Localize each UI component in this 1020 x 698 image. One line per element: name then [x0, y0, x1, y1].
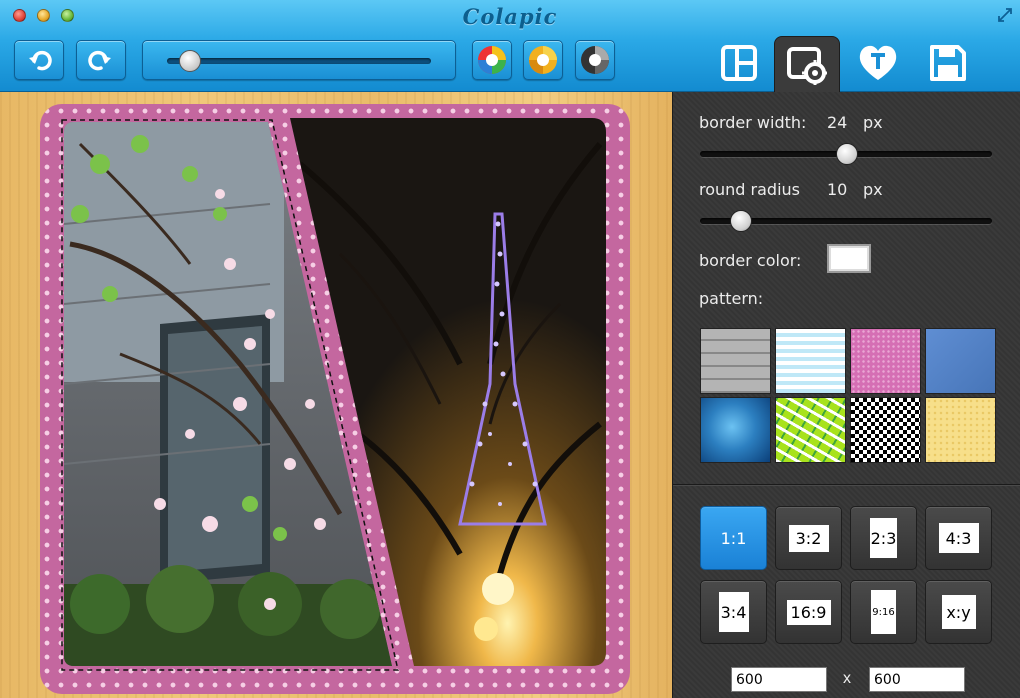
size-separator: x [843, 670, 851, 687]
pattern-pink-hearts[interactable] [850, 328, 921, 394]
border-color-swatch[interactable] [827, 244, 871, 273]
ratio-label: 4:3 [938, 523, 979, 553]
collage-canvas-area [0, 92, 672, 698]
border-width-value: 24 [827, 113, 848, 132]
border-color-label: border color: [699, 251, 802, 270]
toolbar: Colapic [0, 0, 1020, 92]
color-filter-button[interactable] [472, 40, 512, 80]
ratio-button-1-1[interactable]: 1:1 [700, 506, 767, 570]
layout-mode-button[interactable] [716, 40, 762, 86]
zoom-slider-knob[interactable] [179, 50, 201, 72]
ratio-label: 16:9 [786, 599, 831, 625]
warm-filter-button[interactable] [523, 40, 563, 80]
mono-filter-button[interactable] [575, 40, 615, 80]
zoom-slider[interactable] [142, 40, 456, 80]
collage-photos [61, 118, 606, 671]
ratio-button-9-16[interactable]: 9:16 [850, 580, 917, 644]
warm-filter-icon [529, 46, 557, 74]
color-filter-icon [478, 46, 506, 74]
ratio-label: 3:4 [718, 592, 749, 632]
round-radius-label: round radius [699, 180, 800, 199]
text-mode-button[interactable] [855, 40, 901, 86]
collage-border-pattern [40, 104, 630, 694]
undo-button[interactable] [14, 40, 64, 80]
round-radius-slider-knob[interactable] [730, 210, 752, 232]
layout-icon [721, 45, 757, 81]
pattern-green-leaves[interactable] [775, 397, 846, 463]
fullscreen-icon[interactable] [996, 6, 1014, 24]
text-heart-icon [859, 45, 897, 80]
pattern-blue-denim[interactable] [925, 328, 996, 394]
border-width-unit: px [863, 113, 883, 132]
pattern-label: pattern: [699, 289, 764, 308]
mono-filter-icon [581, 46, 609, 74]
colapic-window: Colapic border width: 24 px round radius… [0, 0, 1020, 698]
ratio-label: 1:1 [720, 528, 747, 548]
zoom-slider-track [167, 58, 431, 64]
ratio-button-16-9[interactable]: 16:9 [775, 580, 842, 644]
round-radius-unit: px [863, 180, 883, 199]
round-radius-value: 10 [827, 180, 848, 199]
settings-mode-tab[interactable] [774, 36, 840, 92]
pattern-yellow-dots[interactable] [925, 397, 996, 463]
border-width-label: border width: [699, 113, 807, 132]
ratio-label: 3:2 [788, 524, 829, 552]
pattern-blue-glow[interactable] [700, 397, 771, 463]
panel-divider [673, 484, 1020, 486]
ratio-button-x-y[interactable]: x:y [925, 580, 992, 644]
redo-arrow-icon [88, 50, 111, 71]
ratio-button-3-4[interactable]: 3:4 [700, 580, 767, 644]
ratio-label: 2:3 [870, 518, 897, 558]
save-disk-icon [930, 45, 966, 81]
ratio-label: 9:16 [871, 590, 896, 634]
app-title: Colapic [462, 4, 558, 29]
pattern-bricks[interactable] [700, 328, 771, 394]
undo-arrow-icon [29, 50, 52, 71]
border-width-slider-knob[interactable] [836, 143, 858, 165]
redo-button[interactable] [76, 40, 126, 80]
pattern-black-white-check[interactable] [850, 397, 921, 463]
height-input[interactable] [869, 667, 965, 692]
ratio-button-4-3[interactable]: 4:3 [925, 506, 992, 570]
width-input[interactable] [731, 667, 827, 692]
pattern-light-blue-stripes[interactable] [775, 328, 846, 394]
settings-gear-icon [787, 46, 827, 85]
ratio-label: x:y [941, 595, 976, 629]
save-mode-button[interactable] [925, 40, 971, 86]
ratio-button-2-3[interactable]: 2:3 [850, 506, 917, 570]
ratio-button-3-2[interactable]: 3:2 [775, 506, 842, 570]
settings-panel: border width: 24 px round radius 10 px b… [672, 92, 1020, 698]
